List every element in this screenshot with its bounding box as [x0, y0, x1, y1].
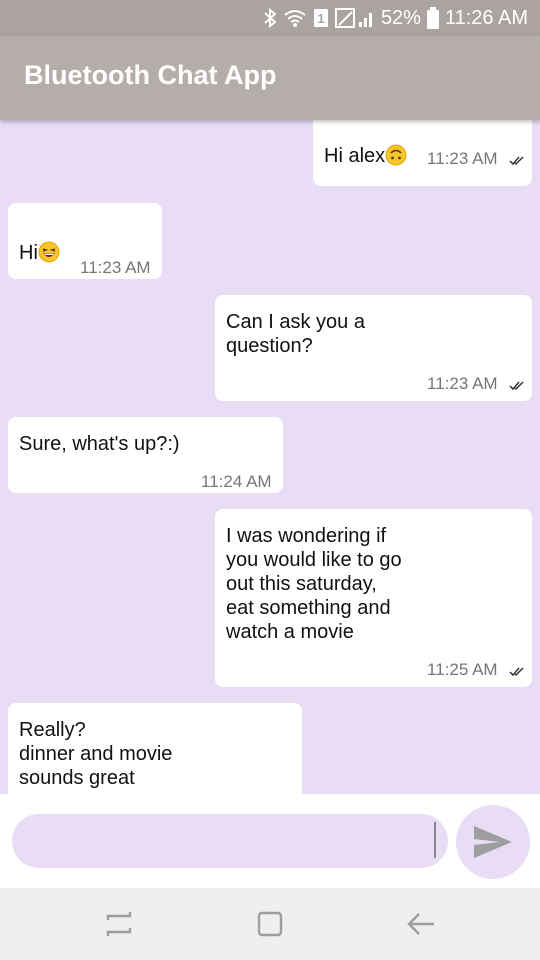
message-time: 11:23 AM	[427, 374, 498, 393]
status-time: 11:26 AM	[444, 6, 528, 29]
message-bubble-outgoing[interactable]: Can I ask you a question? 11:23 AM	[215, 295, 532, 401]
message-time: 11:23 AM	[80, 258, 151, 277]
home-icon	[257, 911, 283, 937]
message-time: 11:23 AM	[427, 149, 498, 168]
message-time: 11:25 AM	[427, 660, 498, 679]
battery-percent: 52%	[380, 6, 421, 29]
message-text: Hi	[19, 242, 38, 264]
message-text: Hi alex	[324, 145, 386, 167]
app-title: Bluetooth Chat App	[24, 60, 277, 90]
sim-badge: 1	[317, 11, 324, 26]
message-bubble-incoming[interactable]: Hi 11:23 AM	[8, 203, 162, 279]
grinning-face-emoji-icon	[38, 241, 60, 263]
message-text: Sure, what's up?:)	[19, 433, 180, 455]
message-text: Really? dinner and movie sounds great	[19, 719, 173, 789]
send-button[interactable]	[456, 805, 530, 879]
wifi-icon	[283, 8, 307, 28]
read-receipt-icon	[509, 667, 524, 677]
status-bar: 1 52% 11:26 AM	[0, 0, 540, 36]
message-time: 11:24 AM	[201, 472, 272, 491]
back-button[interactable]	[403, 906, 439, 942]
status-icons: 1 52% 11:26 AM	[263, 0, 528, 36]
battery-icon	[426, 7, 439, 29]
message-input[interactable]	[12, 814, 448, 868]
chat-message-list[interactable]: Hi alex 11:23 AM Hi 11:23 AM Can I ask y…	[0, 120, 540, 794]
back-icon	[407, 913, 434, 935]
send-icon	[474, 826, 512, 858]
message-text: Can I ask you a question?	[226, 311, 365, 357]
bluetooth-icon	[263, 8, 277, 28]
composer-bar	[0, 794, 540, 888]
read-receipt-icon	[509, 156, 524, 166]
message-bubble-outgoing[interactable]: I was wondering if you would like to go …	[215, 509, 532, 687]
sim-icon: 1	[313, 8, 329, 28]
navigation-bar	[0, 888, 540, 960]
read-receipt-icon	[509, 381, 524, 391]
recents-icon	[106, 912, 132, 936]
message-bubble-outgoing[interactable]: Hi alex 11:23 AM	[313, 120, 532, 186]
app-bar: Bluetooth Chat App	[0, 36, 540, 120]
signal-icon	[334, 7, 375, 29]
message-bubble-incoming[interactable]: Really? dinner and movie sounds great	[8, 703, 302, 794]
upside-down-face-emoji-icon	[385, 144, 407, 166]
text-cursor	[434, 822, 436, 858]
message-bubble-incoming[interactable]: Sure, what's up?:) 11:24 AM	[8, 417, 283, 493]
message-text: I was wondering if you would like to go …	[226, 525, 402, 643]
recents-button[interactable]	[101, 906, 137, 942]
home-button[interactable]	[252, 906, 288, 942]
